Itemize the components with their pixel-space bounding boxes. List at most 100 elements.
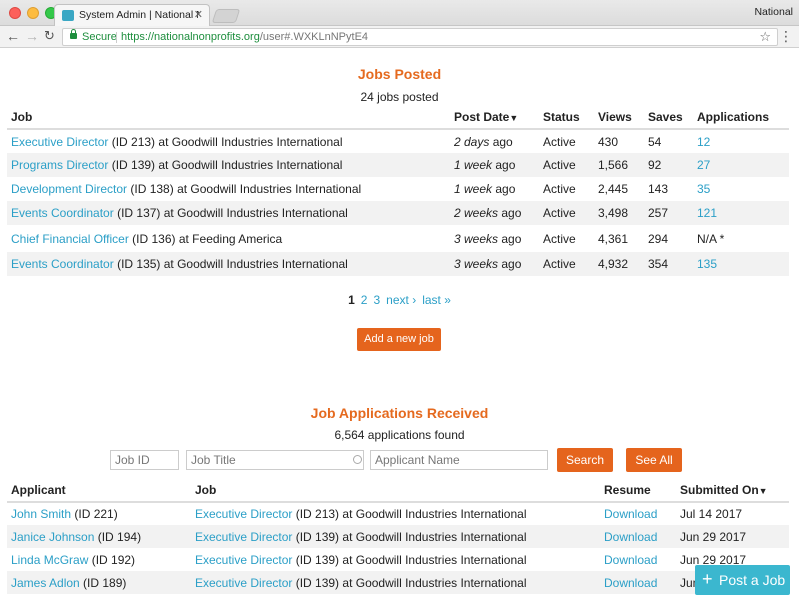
- applications-cell: 27: [693, 153, 789, 177]
- new-tab-button[interactable]: [211, 9, 241, 23]
- applicant-name-link[interactable]: Janice Johnson: [11, 530, 94, 544]
- views-cell: 4,361: [598, 231, 629, 246]
- browser-tab[interactable]: System Admin | National Nonprofits ✕: [54, 4, 210, 26]
- secure-label: Secure: [82, 31, 117, 43]
- saves-cell: 92: [644, 153, 693, 177]
- job-id-input[interactable]: [110, 450, 179, 470]
- submitted-cell: Jun 29 2017: [676, 525, 789, 548]
- browser-menu-icon[interactable]: ⋮: [779, 28, 793, 45]
- page-1-current: 1: [348, 293, 355, 307]
- sort-down-icon[interactable]: ▼: [509, 113, 518, 123]
- saves-cell: 143: [648, 182, 669, 196]
- job-title-link[interactable]: Executive Director: [195, 553, 292, 567]
- job-cell: Events Coordinator (ID 137) at Goodwill …: [7, 201, 450, 225]
- views-cell: 2,445: [598, 182, 629, 196]
- applications-link[interactable]: 121: [697, 206, 717, 220]
- job-title-link[interactable]: Programs Director: [11, 158, 108, 172]
- site-favicon-icon: [62, 10, 74, 21]
- resume-cell: Download: [600, 548, 676, 571]
- bookmark-star-icon[interactable]: ☆: [759, 29, 771, 45]
- table-row: Executive Director (ID 213) at Goodwill …: [7, 129, 789, 153]
- table-row: Programs Director (ID 139) at Goodwill I…: [7, 153, 789, 177]
- page-2-link[interactable]: 2: [361, 293, 368, 307]
- profile-name[interactable]: National: [754, 6, 793, 18]
- status-cell: Active: [543, 134, 576, 149]
- url-text[interactable]: https://nationalnonprofits.org/user#.WXK…: [121, 31, 368, 43]
- applicant-name-input[interactable]: [370, 450, 548, 470]
- resume-download-link[interactable]: Download: [604, 553, 657, 567]
- applicant-name-link[interactable]: Linda McGraw: [11, 553, 88, 567]
- col-header-resume: Resume: [600, 478, 676, 503]
- job-cell: Programs Director (ID 139) at Goodwill I…: [7, 153, 450, 177]
- post-date-amount: 3 weeks: [454, 231, 499, 246]
- resume-download-link[interactable]: Download: [604, 530, 657, 544]
- status-cell: Active: [539, 201, 594, 225]
- post-date-amount: 1 week: [454, 158, 493, 172]
- search-button[interactable]: Search: [557, 448, 613, 472]
- col-header-submitted[interactable]: Submitted On▼: [676, 478, 789, 503]
- col-header-saves: Saves: [644, 105, 693, 130]
- next-page-link[interactable]: next ›: [386, 293, 416, 307]
- back-arrow-icon[interactable]: ←: [6, 28, 20, 44]
- resume-download-link[interactable]: Download: [604, 576, 657, 590]
- job-title-link[interactable]: Chief Financial Officer: [11, 232, 129, 246]
- jobs-posted-title: Jobs Posted: [357, 66, 442, 82]
- resume-cell: Download: [600, 571, 676, 594]
- applicant-cell: Linda McGraw (ID 192): [7, 548, 191, 571]
- tab-close-icon[interactable]: ✕: [194, 8, 203, 21]
- post-date-amount: 3 weeks: [454, 257, 499, 271]
- job-detail: (ID 213) at Goodwill Industries Internat…: [108, 134, 343, 149]
- applications-link[interactable]: 135: [697, 257, 717, 271]
- applicant-id: (ID 221): [71, 507, 118, 521]
- table-row: Janice Johnson (ID 194) Executive Direct…: [7, 525, 789, 548]
- post-date-cell: 2 days ago: [450, 129, 539, 153]
- add-new-job-button[interactable]: Add a new job: [357, 328, 441, 351]
- browser-toolbar: ← → ↻ Secure https://nationalnonprofits.…: [0, 26, 799, 48]
- applications-link[interactable]: 27: [697, 158, 710, 172]
- resume-download-link[interactable]: Download: [604, 507, 657, 521]
- applications-header-row: Applicant Job Resume Submitted On▼: [7, 478, 789, 503]
- job-cell: Events Coordinator (ID 135) at Goodwill …: [7, 252, 450, 276]
- clear-circle-icon[interactable]: [353, 455, 362, 464]
- job-title-input[interactable]: [186, 450, 364, 470]
- post-a-job-button[interactable]: + Post a Job: [695, 565, 790, 595]
- resume-cell: Download: [600, 502, 676, 525]
- col-header-post-date[interactable]: Post Date▼: [450, 105, 539, 130]
- job-title-link[interactable]: Executive Director: [195, 530, 292, 544]
- job-title-link[interactable]: Events Coordinator: [11, 257, 114, 271]
- minimize-window-button[interactable]: [27, 7, 39, 19]
- applicant-name-link[interactable]: John Smith: [11, 507, 71, 521]
- url-host: https://nationalnonprofits.org: [121, 31, 260, 43]
- address-bar[interactable]: Secure https://nationalnonprofits.org/us…: [62, 28, 778, 46]
- sort-down-icon[interactable]: ▼: [759, 486, 768, 496]
- job-detail: (ID 136) at Feeding America: [128, 231, 283, 246]
- resume-cell: Download: [600, 525, 676, 548]
- lock-icon: [70, 29, 77, 39]
- forward-arrow-icon[interactable]: →: [25, 28, 39, 44]
- applicant-name-link[interactable]: James Adlon: [11, 576, 80, 590]
- table-row: Events Coordinator (ID 137) at Goodwill …: [7, 201, 789, 225]
- page-3-link[interactable]: 3: [373, 293, 380, 307]
- applications-link[interactable]: 12: [697, 135, 710, 149]
- post-date-suffix: ago: [498, 231, 522, 246]
- job-detail: (ID 139) at Goodwill Industries Internat…: [292, 575, 527, 590]
- post-date-label: Post Date: [454, 109, 510, 124]
- job-title-link[interactable]: Executive Director: [195, 507, 292, 521]
- post-date-cell: 3 weeks ago: [450, 252, 539, 276]
- tab-title: System Admin | National Nonprofits: [79, 9, 199, 21]
- job-title-link[interactable]: Executive Director: [195, 576, 292, 590]
- status-cell: Active: [539, 252, 594, 276]
- reload-icon[interactable]: ↻: [44, 28, 55, 44]
- applications-count: 6,564 applications found: [334, 428, 465, 442]
- job-title-link[interactable]: Executive Director: [11, 135, 108, 149]
- job-title-link[interactable]: Development Director: [11, 182, 127, 196]
- job-title-link[interactable]: Events Coordinator: [11, 206, 114, 220]
- table-row: John Smith (ID 221) Executive Director (…: [7, 502, 789, 525]
- post-date-suffix: ago: [492, 158, 516, 172]
- close-window-button[interactable]: [9, 7, 21, 19]
- applications-link[interactable]: 35: [697, 182, 710, 196]
- post-date-amount: 2 days: [454, 134, 490, 149]
- saves-cell: 257: [644, 201, 693, 225]
- see-all-button[interactable]: See All: [626, 448, 682, 472]
- last-page-link[interactable]: last »: [422, 293, 451, 307]
